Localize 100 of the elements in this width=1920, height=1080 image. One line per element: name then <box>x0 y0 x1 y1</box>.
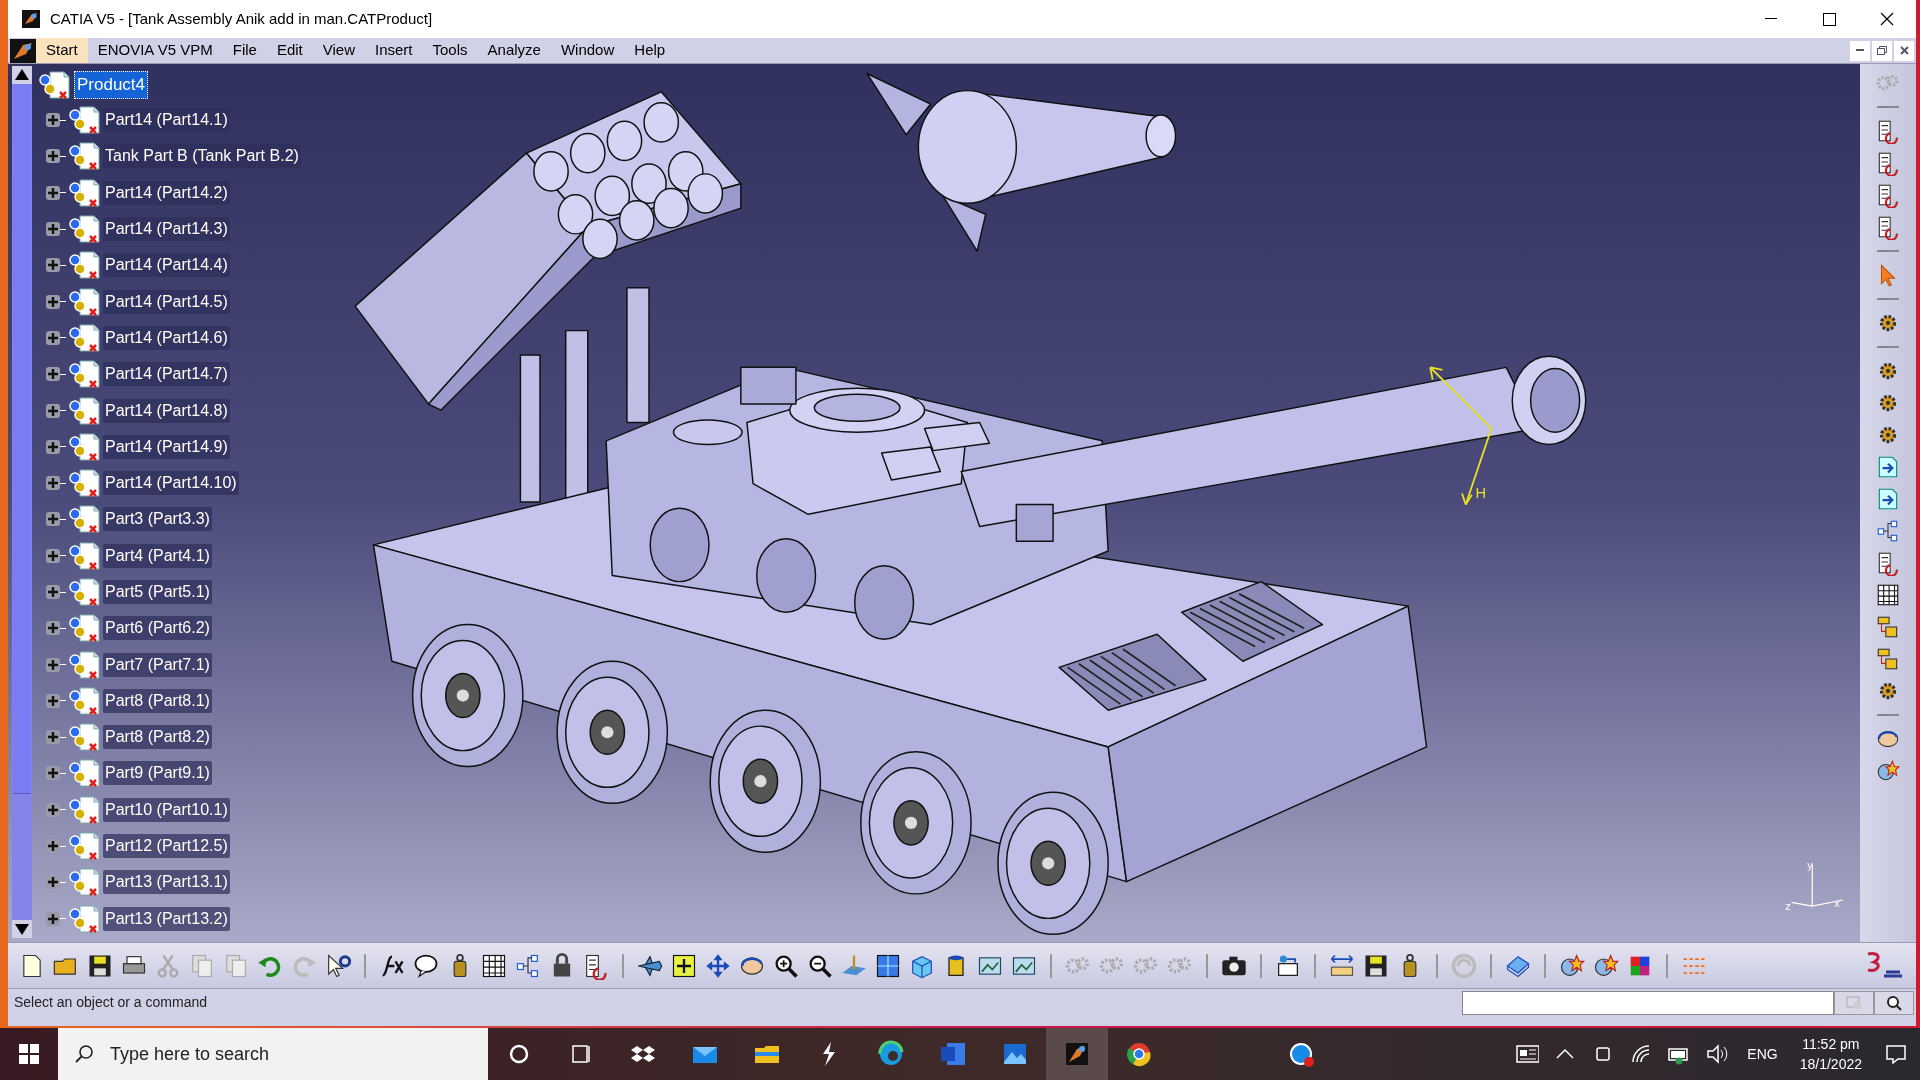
axis-triad-icon <box>1790 863 1844 907</box>
taskbar-app-button[interactable] <box>1046 1028 1108 1080</box>
tree-item[interactable]: Part14 (Part14.7) <box>103 362 230 387</box>
start-logo-icon <box>10 38 36 63</box>
product-node-icon <box>66 685 102 716</box>
tree-item[interactable]: Part14 (Part14.9) <box>103 434 230 459</box>
tree-item[interactable]: Part8 (Part8.1) <box>103 688 212 713</box>
tree-item[interactable]: Part13 (Part13.1) <box>103 870 230 895</box>
tree-item[interactable]: Part9 (Part9.1) <box>103 761 212 786</box>
product-node-icon <box>66 468 102 499</box>
expand-icon[interactable] <box>46 403 60 418</box>
tree-item[interactable]: Part10 (Part10.1) <box>103 797 230 822</box>
expand-icon[interactable] <box>46 839 60 854</box>
tree-item[interactable]: Part6 (Part6.2) <box>103 616 212 641</box>
menu-item[interactable]: ENOVIA V5 VPM <box>87 38 223 63</box>
axis-label: z <box>1785 899 1791 912</box>
expand-icon[interactable] <box>46 875 60 890</box>
expand-icon[interactable] <box>46 693 60 708</box>
product-node-icon <box>36 70 72 100</box>
expand-icon[interactable] <box>46 802 60 817</box>
expand-icon[interactable] <box>46 258 60 273</box>
taskbar-search-field[interactable]: Type here to search <box>58 1028 488 1080</box>
search-placeholder: Type here to search <box>110 1042 270 1066</box>
expand-icon[interactable] <box>46 439 60 454</box>
catia-app-icon <box>1063 1040 1091 1068</box>
expand-icon[interactable] <box>46 294 60 309</box>
clock-time[interactable]: 11:52 pm <box>1802 1034 1860 1054</box>
tree-item[interactable]: Part14 (Part14.1) <box>103 108 230 133</box>
tree-item[interactable]: Part3 (Part3.3) <box>103 507 212 532</box>
menu-item[interactable]: Edit <box>266 38 313 63</box>
expand-icon[interactable] <box>46 512 60 527</box>
expand-icon[interactable] <box>46 185 60 200</box>
product-node-icon <box>66 649 102 680</box>
close-icon <box>1899 46 1909 55</box>
tree-item[interactable]: Part7 (Part7.1) <box>103 652 212 677</box>
product-node-icon <box>66 359 102 390</box>
menu-item[interactable]: View <box>312 38 365 63</box>
product-node-icon <box>66 577 102 607</box>
tree-item[interactable]: Part14 (Part14.10) <box>103 471 239 496</box>
menu-item[interactable]: Tools <box>422 38 478 63</box>
clock-date[interactable]: 18/1/2022 <box>1799 1054 1862 1074</box>
doc-close-button[interactable] <box>1894 40 1914 61</box>
speaker-icon[interactable] <box>1705 1042 1730 1066</box>
tree-item[interactable]: Part14 (Part14.3) <box>103 217 230 242</box>
expand-icon[interactable] <box>46 476 60 491</box>
product-node-icon <box>66 250 102 281</box>
tree-item[interactable]: Part12 (Part12.5) <box>103 834 230 859</box>
product-node-icon <box>66 322 102 353</box>
product-node-icon <box>66 395 102 426</box>
expand-icon[interactable] <box>46 548 60 563</box>
tree-item[interactable]: Part8 (Part8.2) <box>103 725 212 750</box>
minimize-icon <box>1765 18 1777 20</box>
menu-item[interactable]: File <box>222 38 267 63</box>
expand-icon[interactable] <box>46 113 60 128</box>
expand-icon[interactable] <box>46 367 60 382</box>
tree-item[interactable]: Tank Part B (Tank Part B.2) <box>103 144 301 169</box>
search-icon <box>74 1044 94 1064</box>
scroll-up-icon[interactable] <box>12 66 32 84</box>
maximize-icon <box>1822 12 1836 26</box>
info-button[interactable] <box>1874 990 1914 1015</box>
tree-item[interactable]: Part4 (Part4.1) <box>103 543 212 568</box>
doc-restore-button[interactable] <box>1872 40 1892 61</box>
product-node-icon <box>66 105 102 136</box>
expand-icon[interactable] <box>46 330 60 345</box>
notification-icon[interactable] <box>1884 1042 1908 1066</box>
menu-item[interactable]: Insert <box>365 38 423 63</box>
news-icon[interactable] <box>1515 1042 1540 1066</box>
doc-minimize-button[interactable] <box>1850 40 1870 61</box>
tree-item[interactable]: Part14 (Part14.5) <box>103 289 230 314</box>
expand-icon[interactable] <box>46 222 60 237</box>
window-title: CATIA V5 - [Tank Assembly Anik add in man.CATProduct] <box>50 8 433 29</box>
menu-item[interactable]: Start <box>36 38 88 63</box>
expand-icon[interactable] <box>46 585 60 599</box>
language-indicator[interactable]: ENG <box>1747 1043 1778 1065</box>
expand-icon[interactable] <box>46 657 60 672</box>
menu-item[interactable]: Window <box>550 38 625 63</box>
expand-icon[interactable] <box>46 911 60 926</box>
restore-icon <box>1877 46 1887 55</box>
chrome-icon <box>1125 1040 1153 1068</box>
status-message: Select an object or a command <box>14 993 207 1012</box>
tree-item[interactable]: Part5 (Part5.1) <box>103 580 212 604</box>
menu-item[interactable]: Analyze <box>477 38 551 63</box>
tree-item[interactable]: Part14 (Part14.8) <box>103 398 230 423</box>
tree-root-item[interactable]: Product4 <box>74 71 149 99</box>
scrollbar-thumb[interactable] <box>13 84 31 794</box>
tree-item[interactable]: Part14 (Part14.2) <box>103 180 230 205</box>
tree-item[interactable]: Part14 (Part14.4) <box>103 253 230 278</box>
expand-icon[interactable] <box>46 621 60 636</box>
expand-icon[interactable] <box>46 149 60 164</box>
menu-item[interactable]: Help <box>624 38 676 63</box>
expand-icon[interactable] <box>46 766 60 781</box>
tree-item[interactable]: Part14 (Part14.6) <box>103 325 230 350</box>
tree-item[interactable]: Part13 (Part13.2) <box>103 906 230 931</box>
command-input-field[interactable] <box>1462 990 1834 1015</box>
app-icon <box>22 10 40 28</box>
expand-icon[interactable] <box>46 730 60 745</box>
product-node-icon <box>66 214 102 245</box>
product-node-icon <box>66 141 102 172</box>
product-node-icon <box>66 867 102 898</box>
scroll-down-icon[interactable] <box>12 920 32 938</box>
